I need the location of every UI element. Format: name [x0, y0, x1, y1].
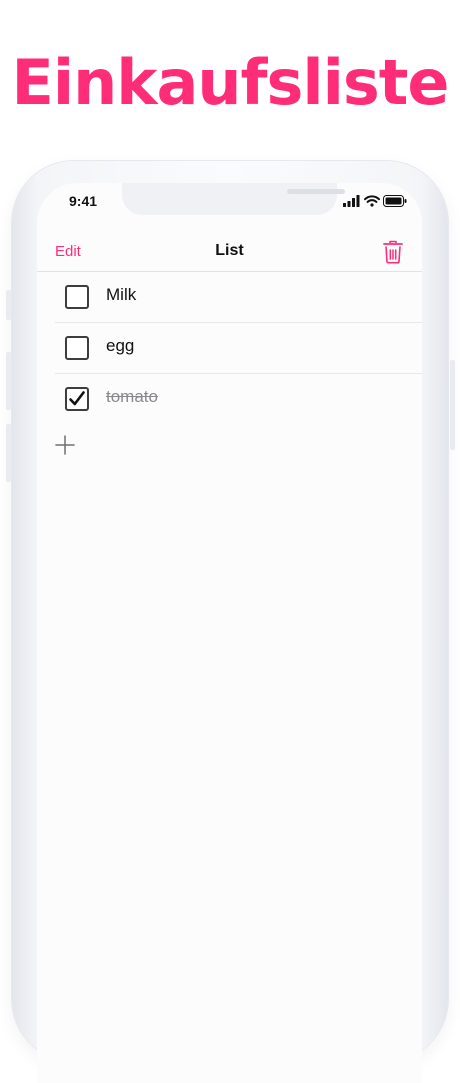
item-label: Milk [106, 285, 137, 304]
wifi-icon [364, 195, 380, 207]
page-headline: Einkaufsliste [11, 46, 450, 119]
nav-bar: Edit List [37, 235, 422, 272]
phone-side-button [6, 290, 11, 320]
item-list: Milk egg tomato [55, 272, 422, 424]
notch [122, 183, 345, 215]
plus-icon[interactable] [55, 435, 75, 455]
list-item: egg [55, 323, 422, 374]
list-item: tomato [55, 374, 422, 424]
phone-side-button [6, 352, 11, 410]
status-time: 9:41 [69, 193, 98, 209]
status-icons [343, 195, 407, 207]
item-checkbox-checked[interactable] [65, 387, 89, 411]
list-item: Milk [55, 272, 422, 323]
phone-side-button [450, 360, 455, 450]
phone-screen: 9:41 Edit List Milk egg tomato [37, 183, 422, 1083]
item-label-done: tomato [106, 387, 158, 406]
speaker [287, 189, 345, 194]
phone-side-button [6, 424, 11, 482]
nav-title: List [215, 242, 244, 259]
item-label: egg [106, 336, 135, 355]
checkmark-icon [69, 391, 85, 406]
item-checkbox[interactable] [65, 285, 89, 309]
item-checkbox[interactable] [65, 336, 89, 360]
battery-icon [383, 195, 407, 207]
signal-icon [343, 195, 360, 207]
trash-icon[interactable] [382, 240, 404, 264]
